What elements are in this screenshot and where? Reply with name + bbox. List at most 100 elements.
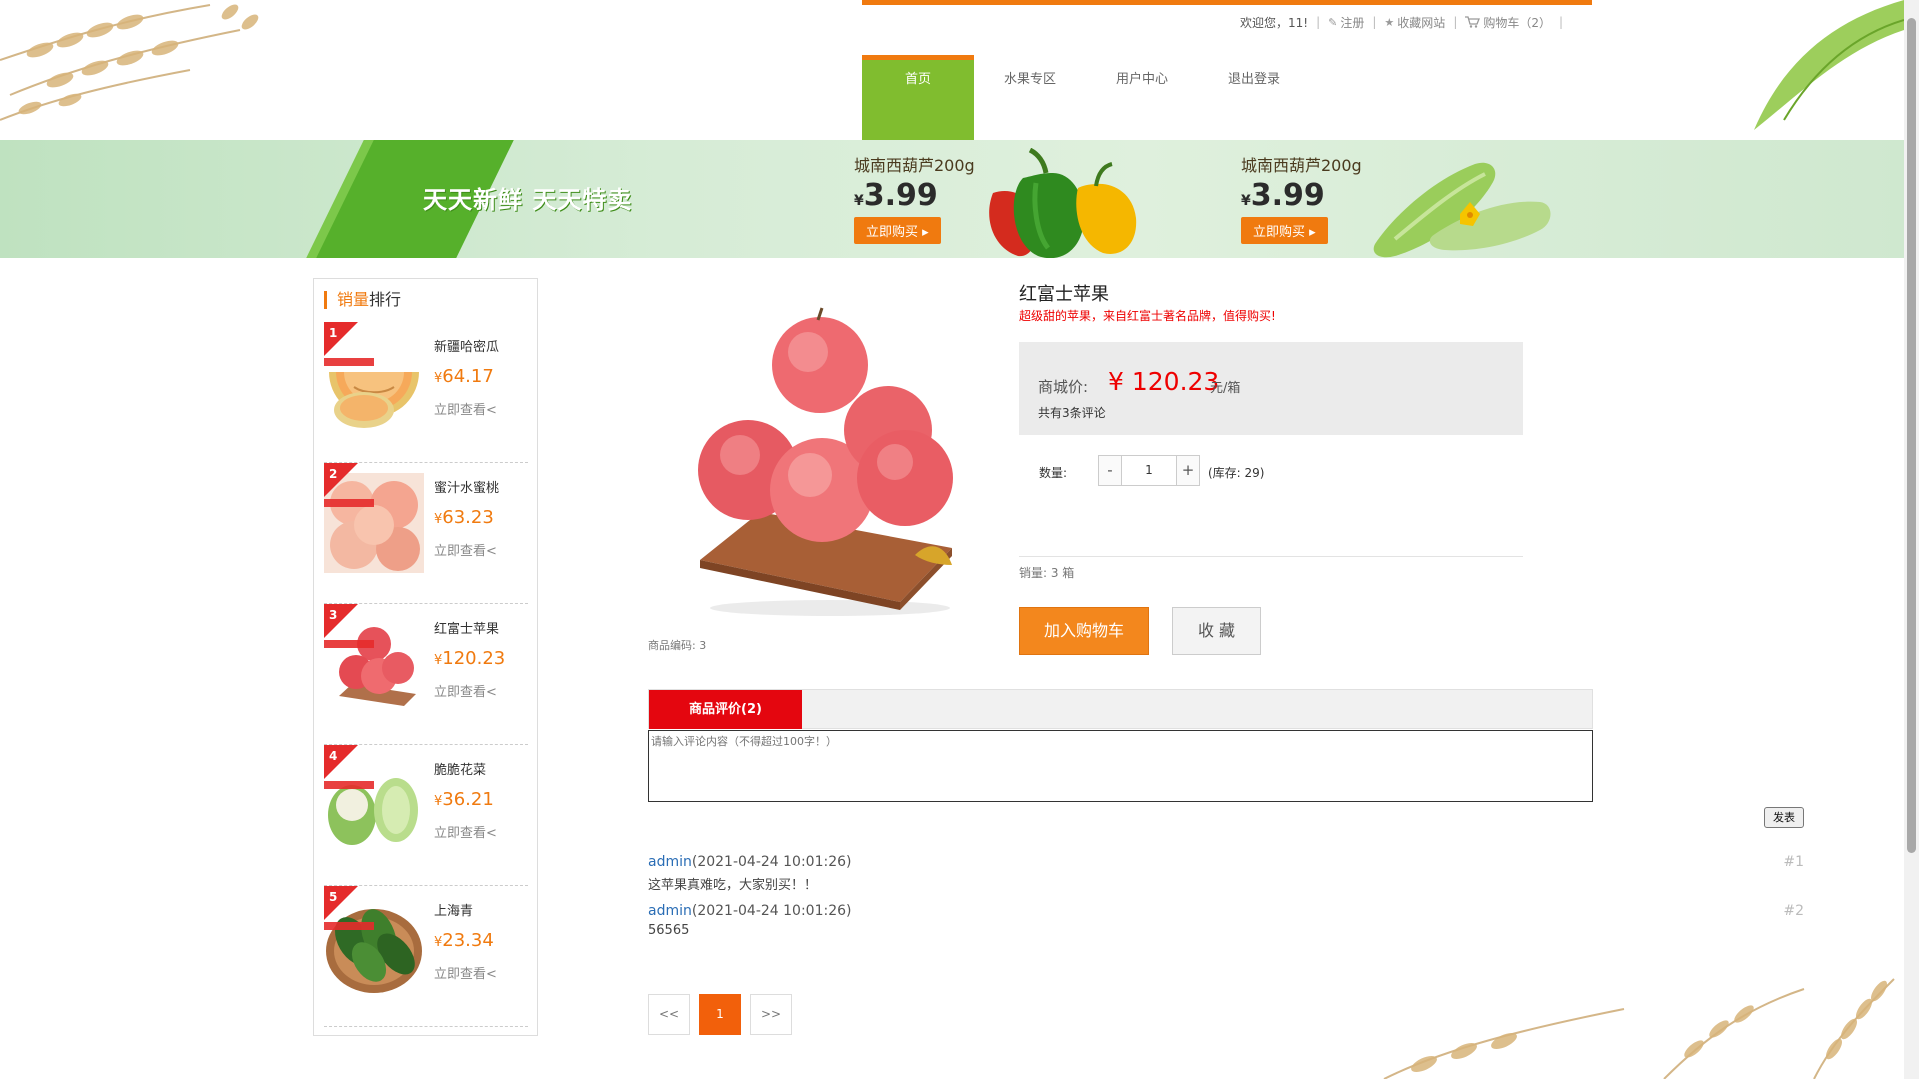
nav-fruit-zone[interactable]: 水果专区: [974, 55, 1086, 140]
promo-price: ¥3.99: [1241, 178, 1325, 213]
favorite-site-label: 收藏网站: [1397, 15, 1446, 30]
page-scrollbar[interactable]: [1904, 0, 1919, 1079]
separator: |: [1453, 15, 1458, 29]
main-nav: 首页 水果专区 用户中心 退出登录: [862, 55, 1310, 140]
product-name[interactable]: 上海青: [434, 900, 473, 919]
divider: [1019, 556, 1523, 557]
stock-text: (库存: 29): [1208, 466, 1265, 480]
product-subtitle: 超级甜的苹果，来自红富士著名品牌，值得购买!: [1019, 309, 1276, 323]
rank-number: 3: [329, 608, 338, 622]
buy-now-button[interactable]: 立即购买 ▸: [854, 217, 941, 244]
page-button-current[interactable]: 1: [699, 994, 741, 1035]
register-label: 注册: [1340, 15, 1365, 30]
quantity-input[interactable]: 1: [1121, 456, 1177, 485]
quantity-label: 数量:: [1039, 466, 1068, 480]
comment-user[interactable]: admin: [648, 903, 692, 919]
product-price: ¥120.23: [434, 648, 506, 669]
rank-strip: [324, 499, 374, 507]
view-now-link[interactable]: 立即查看<: [434, 681, 497, 700]
product-price: ¥36.21: [434, 789, 494, 810]
sales-ranking-panel: 销量排行 1 新疆哈密瓜 ¥64.17 立即查看< 2 蜜汁水蜜桃 ¥63.23…: [313, 278, 538, 1036]
decrease-button[interactable]: -: [1099, 456, 1121, 485]
promo-name: 城南西葫芦200g: [854, 156, 975, 175]
buy-now-button[interactable]: 立即购买 ▸: [1241, 217, 1328, 244]
comment-time: (2021-04-24 10:01:26): [691, 854, 852, 870]
ranking-item[interactable]: 1 新疆哈密瓜 ¥64.17 立即查看<: [324, 322, 528, 463]
product-name[interactable]: 蜜汁水蜜桃: [434, 477, 499, 496]
cart-icon: [1465, 16, 1481, 28]
rank-strip: [324, 922, 374, 930]
panel-title: 销量排行: [324, 291, 401, 309]
welcome-text: 欢迎您，11!: [1240, 15, 1309, 30]
register-link[interactable]: ✎ 注册: [1328, 14, 1364, 31]
top-accent-bar: [862, 0, 1592, 5]
nav-home[interactable]: 首页: [862, 55, 974, 140]
nav-user-center[interactable]: 用户中心: [1086, 55, 1198, 140]
view-now-link[interactable]: 立即查看<: [434, 822, 497, 841]
product-image: [698, 307, 953, 616]
banner-slogan: 天天新鲜 天天特卖: [423, 186, 633, 214]
increase-button[interactable]: +: [1177, 456, 1199, 485]
zucchini-image: [1373, 162, 1551, 258]
review-count: 共有3条评论: [1038, 406, 1106, 420]
tab-bar: 商品评价(2): [648, 689, 1593, 729]
rank-number: 5: [329, 890, 338, 904]
promo-item: 城南西葫芦200g ¥3.99 立即购买 ▸: [854, 152, 975, 244]
tab-reviews[interactable]: 商品评价(2): [649, 690, 802, 729]
wheat-decoration: [0, 4, 259, 121]
product-price: ¥63.23: [434, 507, 494, 528]
rank-number: 4: [329, 749, 338, 763]
separator: |: [1559, 15, 1564, 29]
rank-strip: [324, 640, 374, 648]
promo-banner[interactable]: 天天新鲜 天天特卖 城南西葫芦200g ¥3.99 立即购买 ▸ 城南西葫芦20…: [0, 140, 1904, 258]
price-box: 商城价: ¥ 120.23 元/箱 共有3条评论: [1019, 342, 1523, 435]
rank-number: 2: [329, 467, 338, 481]
view-now-link[interactable]: 立即查看<: [434, 540, 497, 559]
scrollbar-thumb[interactable]: [1907, 18, 1916, 853]
product-price: ¥23.34: [434, 930, 494, 951]
price-label: 商城价:: [1038, 378, 1089, 396]
product-title: 红富士苹果: [1019, 284, 1109, 305]
favorite-site-link[interactable]: ★ 收藏网站: [1384, 14, 1445, 31]
product-name[interactable]: 红富士苹果: [434, 618, 499, 637]
leaf-decoration: [1754, 0, 1904, 130]
top-links: 欢迎您，11! | ✎ 注册 | ★ 收藏网站 | 购物车（2） |: [1240, 14, 1571, 30]
pagination: << 1 >>: [648, 994, 792, 1035]
comment-index: #1: [1783, 854, 1804, 870]
ranking-item[interactable]: 3 红富士苹果 ¥120.23 立即查看<: [324, 604, 528, 745]
product-price: ¥64.17: [434, 366, 494, 387]
view-now-link[interactable]: 立即查看<: [434, 399, 497, 418]
product-name[interactable]: 脆脆花菜: [434, 759, 486, 778]
cart-link[interactable]: 购物车（2）: [1465, 14, 1551, 31]
prev-page-button[interactable]: <<: [648, 994, 690, 1035]
comment-input[interactable]: [648, 730, 1593, 802]
promo-name: 城南西葫芦200g: [1241, 156, 1362, 175]
cart-label: 购物车（2）: [1483, 15, 1551, 30]
rank-strip: [324, 358, 374, 366]
sales-text: 销量: 3 箱: [1019, 566, 1075, 580]
wheat-decoration: [1383, 978, 1895, 1079]
comment-item: admin(2021-04-24 10:01:26) #1 这苹果真难吃，大家别…: [648, 854, 1808, 893]
separator: |: [1316, 15, 1321, 29]
ranking-item[interactable]: 4 脆脆花菜 ¥36.21 立即查看<: [324, 745, 528, 886]
ranking-item[interactable]: 5 上海青 ¥23.34 立即查看<: [324, 886, 528, 1027]
nav-logout[interactable]: 退出登录: [1198, 55, 1310, 140]
promo-item: 城南西葫芦200g ¥3.99 立即购买 ▸: [1241, 152, 1362, 244]
promo-price: ¥3.99: [854, 178, 938, 213]
add-to-cart-button[interactable]: 加入购物车: [1019, 607, 1149, 655]
comment-time: (2021-04-24 10:01:26): [691, 903, 852, 919]
comment-body: 这苹果真难吃，大家别买！！: [648, 878, 818, 893]
pencil-icon: ✎: [1328, 15, 1338, 29]
view-now-link[interactable]: 立即查看<: [434, 963, 497, 982]
separator: |: [1372, 15, 1377, 29]
favorite-button[interactable]: 收 藏: [1172, 607, 1261, 655]
rank-strip: [324, 781, 374, 789]
post-button[interactable]: 发表: [1764, 807, 1804, 828]
next-page-button[interactable]: >>: [750, 994, 792, 1035]
product-code: 商品编码: 3: [648, 639, 707, 652]
product-name[interactable]: 新疆哈密瓜: [434, 336, 499, 355]
quantity-stepper: - 1 +: [1098, 455, 1200, 486]
comment-user[interactable]: admin: [648, 854, 692, 870]
ranking-item[interactable]: 2 蜜汁水蜜桃 ¥63.23 立即查看<: [324, 463, 528, 604]
product-price: ¥ 120.23: [1108, 367, 1220, 396]
